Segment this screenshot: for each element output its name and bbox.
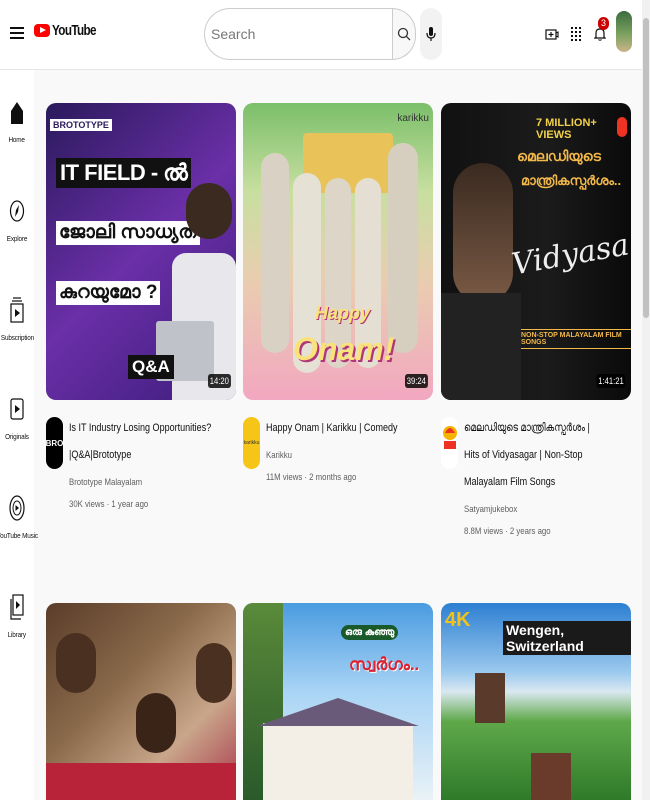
- video-title[interactable]: മെലഡിയുടെ മാന്ത്രികസ്പർശം | Hits of Vidy…: [464, 415, 628, 496]
- sidebar: Home Explore Subscription Originals YouT…: [0, 70, 38, 800]
- thumbnail-person: [453, 163, 513, 303]
- thumbnail-person: [261, 153, 289, 353]
- video-stats: 11M views · 2 months ago: [266, 472, 357, 483]
- hamburger-menu-icon[interactable]: [10, 27, 24, 41]
- sidebar-item-subscriptions[interactable]: Subscription: [0, 297, 34, 342]
- thumbnail-person: [196, 643, 232, 703]
- create-video-icon: [545, 29, 559, 40]
- search-button[interactable]: [392, 8, 416, 60]
- video-stats: 8.8M views · 2 years ago: [464, 526, 551, 537]
- video-title-line: Malayalam Film Songs: [464, 476, 556, 488]
- video-title-line: Is IT Industry Losing Opportunities?: [69, 422, 212, 434]
- thumbnail-headline: Onam!: [293, 331, 395, 367]
- thumbnail-headline: കുറയുമോ ?: [56, 281, 161, 305]
- thumbnail-headline: മാന്ത്രികസ്പർശം..: [521, 173, 622, 188]
- create-video-button[interactable]: [542, 24, 562, 44]
- satyam-logo-icon: [617, 117, 627, 137]
- video-thumbnail[interactable]: BROTOTYPE IT FIELD - ൽ ജോലി സാധ്യത കുറയു…: [46, 103, 236, 400]
- search-bar: [204, 8, 416, 60]
- thumbnail-headline: IT FIELD - ൽ: [56, 158, 192, 188]
- video-duration: 14:20: [208, 374, 232, 388]
- video-thumbnail[interactable]: [46, 603, 236, 800]
- video-title[interactable]: Happy Onam | Karikku | Comedy: [266, 415, 430, 442]
- search-icon: [397, 27, 411, 41]
- thumbnail-headline: Vidyasagar: [509, 218, 631, 283]
- thumbnail-tag: NON-STOP MALAYALAM FILM SONGS: [521, 329, 631, 349]
- thumbnail-badge: 4K: [445, 609, 471, 631]
- video-title-line: Happy Onam | Karikku | Comedy: [266, 422, 398, 434]
- video-title[interactable]: Is IT Industry Losing Opportunities? |Q&…: [69, 415, 233, 469]
- youtube-play-icon: [34, 24, 50, 37]
- video-stats: 30K views · 1 year ago: [69, 499, 149, 510]
- thumbnail-chalet: [531, 753, 571, 800]
- music-icon: [9, 495, 25, 521]
- apps-button[interactable]: [566, 24, 586, 44]
- thumbnail-person: [56, 633, 96, 693]
- video-thumbnail[interactable]: 7 MILLION+ VIEWS മെലഡിയുടെ മാന്ത്രികസ്പർ…: [441, 103, 631, 400]
- apps-grid-icon: [571, 27, 581, 41]
- user-avatar[interactable]: [616, 11, 632, 52]
- satyam-logo-icon: [442, 426, 457, 449]
- thumbnail-headline: ജോലി സാധ്യത: [56, 221, 200, 245]
- thumbnail-tag: Q&A: [128, 355, 174, 379]
- video-title-line: Hits of Vidyasagar | Non-Stop: [464, 449, 583, 461]
- video-card[interactable]: BROTOTYPE IT FIELD - ൽ ജോലി സാധ്യത കുറയു…: [46, 103, 236, 510]
- thumbnail-blanket: [46, 763, 236, 800]
- thumbnail-chalet: [475, 673, 505, 723]
- home-icon: [9, 100, 25, 124]
- video-thumbnail[interactable]: 4K Wengen, Switzerland: [441, 603, 631, 800]
- thumbnail-person-body: [441, 293, 521, 400]
- voice-search-button[interactable]: [420, 8, 442, 60]
- channel-avatar[interactable]: BRO: [46, 417, 63, 469]
- library-icon: [9, 594, 25, 620]
- thumbnail-person: [388, 143, 418, 353]
- originals-icon: [9, 397, 25, 421]
- video-card[interactable]: 4K Wengen, Switzerland: [441, 603, 631, 800]
- thumbnail-person: [136, 693, 176, 753]
- thumbnail-headline: മെലഡിയുടെ: [517, 148, 601, 164]
- video-card[interactable]: [46, 603, 236, 800]
- video-thumbnail[interactable]: ഒരു കുഞ്ഞു സ്വർഗം..: [243, 603, 433, 800]
- thumbnail-headline: സ്വർഗം..: [349, 655, 420, 674]
- youtube-logo[interactable]: YouTube: [34, 22, 108, 39]
- compass-icon: [9, 199, 25, 223]
- thumbnail-headline: Happy: [315, 303, 371, 323]
- video-card[interactable]: karikku Happy Onam! 39:24 karikku Happy …: [243, 103, 433, 483]
- channel-name[interactable]: Karikku: [266, 450, 403, 461]
- thumbnail-person: [186, 183, 232, 239]
- video-card[interactable]: ഒരു കുഞ്ഞു സ്വർഗം..: [243, 603, 433, 800]
- microphone-icon: [426, 27, 436, 41]
- thumbnail-brand: BROTOTYPE: [50, 119, 112, 131]
- thumbnail-house: [263, 723, 413, 800]
- subscriptions-icon: [9, 297, 25, 323]
- video-duration: 1:41:21: [596, 374, 626, 388]
- thumbnail-roof: [257, 698, 419, 726]
- thumbnail-headline: ഒരു കുഞ്ഞു: [341, 625, 399, 640]
- video-duration: 39:24: [405, 374, 429, 388]
- channel-name[interactable]: Brototype Malayalam: [69, 477, 206, 488]
- thumbnail-headline: Wengen, Switzerland: [503, 621, 631, 655]
- channel-avatar[interactable]: karikku: [243, 417, 260, 469]
- video-card[interactable]: 7 MILLION+ VIEWS മെലഡിയുടെ മാന്ത്രികസ്പർ…: [441, 103, 631, 537]
- notification-badge: 3: [598, 17, 609, 30]
- sidebar-item-home[interactable]: Home: [0, 100, 34, 144]
- scrollbar-thumb[interactable]: [643, 18, 649, 318]
- logo-text: YouTube: [52, 22, 97, 39]
- sidebar-item-originals[interactable]: Originals: [0, 397, 34, 441]
- search-input[interactable]: [204, 8, 392, 60]
- sidebar-item-youtube-music[interactable]: YouTube Music: [0, 495, 38, 540]
- channel-avatar[interactable]: [441, 417, 458, 469]
- video-thumbnail[interactable]: karikku Happy Onam! 39:24: [243, 103, 433, 400]
- top-bar: YouTube 3: [0, 0, 642, 70]
- channel-name[interactable]: Satyamjukebox: [464, 504, 601, 515]
- sidebar-item-explore[interactable]: Explore: [0, 199, 34, 243]
- thumbnail-brand: karikku: [397, 113, 429, 124]
- video-title-line: |Q&A|Brototype: [69, 449, 132, 461]
- sidebar-item-library[interactable]: Library: [0, 594, 34, 639]
- video-title-line: മെലഡിയുടെ മാന്ത്രികസ്പർശം |: [464, 422, 590, 434]
